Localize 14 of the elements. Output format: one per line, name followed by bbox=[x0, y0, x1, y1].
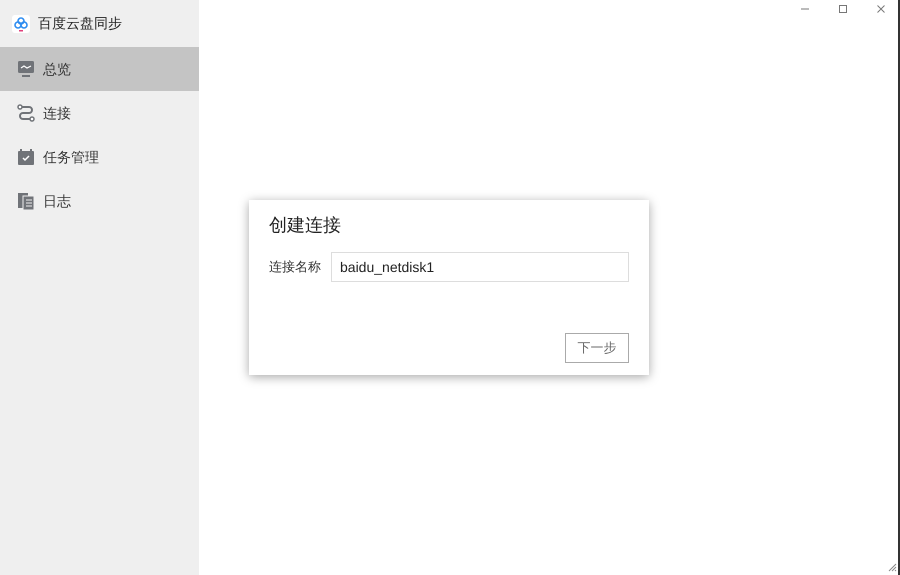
monitor-icon bbox=[17, 60, 35, 78]
close-icon bbox=[876, 4, 886, 14]
maximize-icon bbox=[838, 4, 848, 14]
route-icon bbox=[17, 104, 35, 122]
dialog-title: 创建连接 bbox=[269, 214, 342, 237]
next-button[interactable]: 下一步 bbox=[565, 333, 629, 363]
connection-name-field[interactable]: baidu_netdisk1 bbox=[331, 252, 629, 282]
app-logo-icon bbox=[12, 14, 30, 32]
sidebar-item[interactable]: 总览 bbox=[0, 47, 199, 91]
app-title: 百度云盘同步 bbox=[38, 14, 122, 33]
resize-grip-icon[interactable] bbox=[887, 562, 897, 572]
field-label: 连接名称 bbox=[269, 258, 321, 276]
document-icon bbox=[17, 192, 35, 210]
calendar-check-icon bbox=[17, 148, 35, 166]
